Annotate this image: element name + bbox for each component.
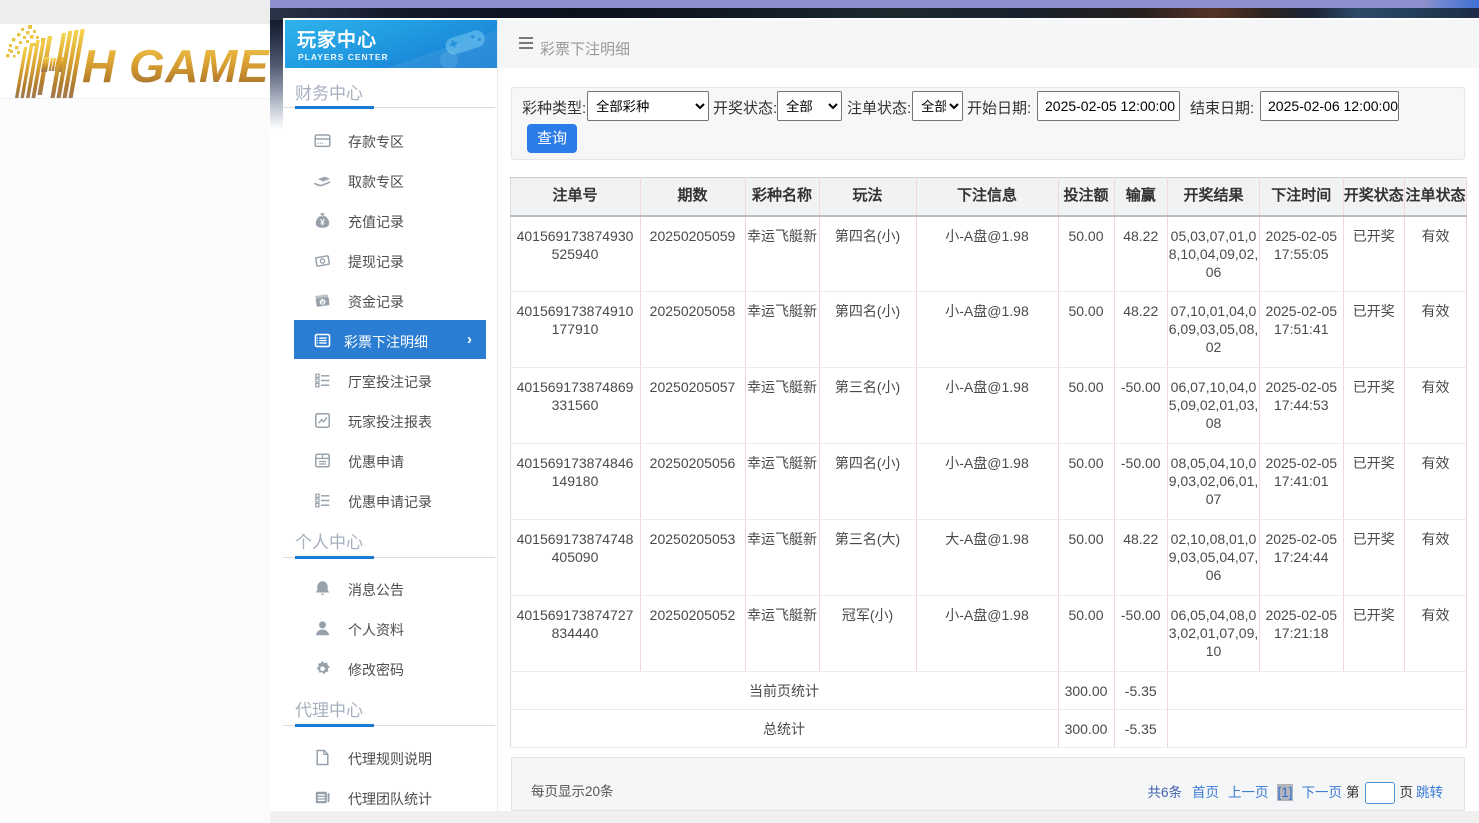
svg-text:¥: ¥: [320, 217, 325, 227]
svg-text:H GAME: H GAME: [82, 40, 270, 92]
